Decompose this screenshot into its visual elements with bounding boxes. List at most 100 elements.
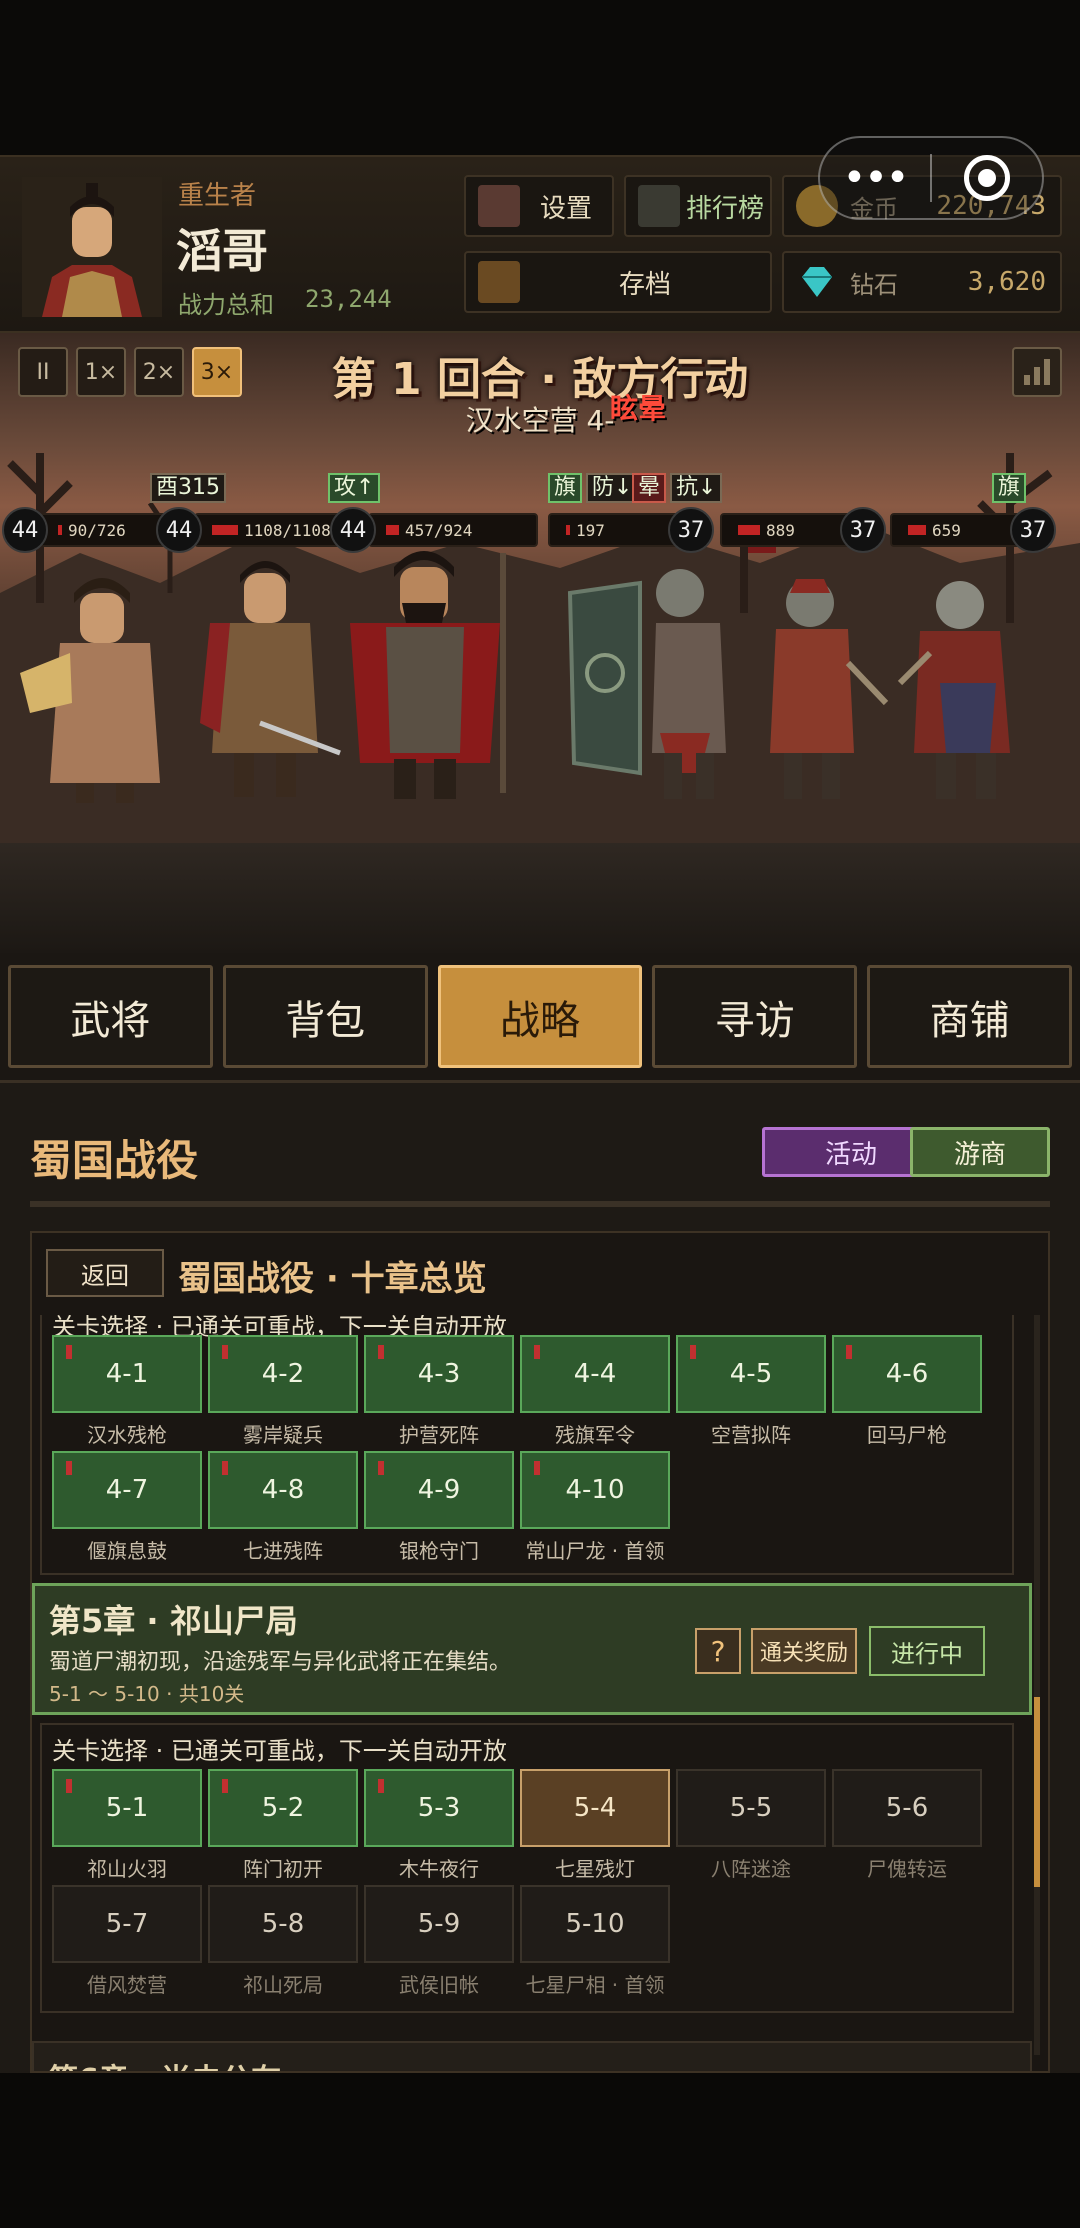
mini-program-capsule[interactable]: ••• — [818, 136, 1044, 220]
level-name: 武侯旧帐 — [399, 1973, 479, 1997]
clear-reward-button[interactable]: 通关奖励 — [751, 1628, 857, 1674]
ranking-button[interactable]: 排行榜 — [624, 175, 772, 237]
tab-strategy[interactable]: 战略 — [437, 965, 643, 1068]
level-name: 汉水残枪 — [87, 1423, 167, 1447]
stage-name: 汉水空营 4- — [465, 404, 615, 437]
tab-generals[interactable]: 武将 — [8, 965, 213, 1068]
ranking-label: 排行榜 — [685, 193, 764, 224]
unit-level-badge: 44 — [156, 507, 202, 553]
level-code: 4-7 — [105, 1475, 149, 1505]
settings-icon — [478, 185, 520, 227]
cleared-flag-icon — [690, 1345, 696, 1359]
close-target-icon[interactable] — [932, 155, 1042, 201]
help-button[interactable]: ? — [695, 1628, 741, 1674]
level-button[interactable]: 5-1 — [52, 1769, 202, 1847]
level-button[interactable]: 5-2 — [208, 1769, 358, 1847]
main-nav: 武将 背包 战略 寻访 商铺 — [0, 953, 1080, 1083]
merchant-button[interactable]: 游商 — [910, 1127, 1050, 1177]
save-button[interactable]: 存档 — [464, 251, 772, 313]
diamond-value: 3,620 — [967, 267, 1046, 297]
level-button[interactable]: 4-5 — [676, 1335, 826, 1413]
level-name: 尸傀转运 — [867, 1857, 947, 1881]
power-value: 23,244 — [305, 285, 392, 313]
level-name: 七星残灯 — [555, 1857, 635, 1881]
ally-unit-swordsman[interactable] — [190, 553, 350, 803]
unit-hp-bar: 90/726 — [40, 513, 170, 547]
level-code: 5-8 — [261, 1909, 305, 1939]
level-button[interactable]: 4-1 — [52, 1335, 202, 1413]
stats-chart-button[interactable] — [1012, 347, 1062, 397]
level-button[interactable]: 4-10 — [520, 1451, 670, 1529]
save-label: 存档 — [618, 269, 671, 300]
tab-shop[interactable]: 商铺 — [867, 965, 1072, 1068]
player-role: 重生者 — [178, 181, 257, 211]
page-title: 蜀国战役 — [30, 1136, 199, 1185]
level-button[interactable]: 5-7 — [52, 1885, 202, 1963]
chapter-6-card[interactable]: 第6章 · 尚未公布 — [32, 2041, 1032, 2071]
level-code: 4-9 — [417, 1475, 461, 1505]
back-button[interactable]: 返回 — [46, 1249, 164, 1297]
cleared-flag-icon — [846, 1345, 852, 1359]
level-button[interactable]: 5-3 — [364, 1769, 514, 1847]
level-button[interactable]: 4-9 — [364, 1451, 514, 1529]
ally-buff-tag: 酉315 — [150, 473, 226, 503]
unit-hp-bar: 197 — [548, 513, 688, 547]
tab-recruit[interactable]: 寻访 — [652, 965, 858, 1068]
level-button[interactable]: 4-8 — [208, 1451, 358, 1529]
cleared-flag-icon — [378, 1779, 384, 1793]
cleared-flag-icon — [222, 1345, 228, 1359]
level-code: 5-4 — [573, 1793, 617, 1823]
level-button[interactable]: 4-7 — [52, 1451, 202, 1529]
cleared-flag-icon — [66, 1345, 72, 1359]
chapter-title: 第5章 · 祁山尸局 — [49, 1602, 298, 1640]
tab-bag[interactable]: 背包 — [222, 965, 428, 1068]
scrollbar[interactable] — [1034, 1315, 1040, 2055]
level-name: 残旗军令 — [555, 1423, 635, 1447]
battle-scene: II 1× 2× 3× 第 1 回合 · 敌方行动 汉水空营 4- 眩晕 酉31… — [0, 333, 1080, 953]
chapter-5-card[interactable]: 第5章 · 祁山尸局 蜀道尸潮初现，沿途残军与异化武将正在集结。 5-1 ～ 5… — [32, 1583, 1032, 1715]
cleared-flag-icon — [378, 1345, 384, 1359]
enemy-unit-shieldbearer[interactable] — [560, 553, 750, 803]
level-button[interactable]: 4-2 — [208, 1335, 358, 1413]
level-code: 4-1 — [105, 1359, 149, 1389]
campaign-overview: 返回 蜀国战役 · 十章总览 关卡选择 · 已通关可重战，下一关自动开放 4-1… — [30, 1231, 1050, 2073]
player-name: 滔哥 — [176, 224, 268, 278]
level-code: 5-3 — [417, 1793, 461, 1823]
level-button[interactable]: 4-4 — [520, 1335, 670, 1413]
level-button[interactable]: 5-8 — [208, 1885, 358, 1963]
unit-hp-bar: 889 — [720, 513, 860, 547]
level-button[interactable]: 5-10 — [520, 1885, 670, 1963]
level-name: 空营拟阵 — [711, 1423, 791, 1447]
enemy-unit-zombie-soldier[interactable] — [740, 563, 890, 803]
level-name: 木牛夜行 — [399, 1857, 479, 1881]
ally-attack-up-tag: 攻↑ — [328, 473, 381, 503]
unit-hp-bar: 659 — [890, 513, 1030, 547]
chapter-description: 蜀道尸潮初现，沿途残军与异化武将正在集结。 — [49, 1650, 512, 1675]
enemy-resist-down-tag: 抗↓ — [670, 473, 723, 503]
enemy-unit-zombie-warrior[interactable] — [880, 563, 1050, 803]
level-button[interactable]: 5-4 — [520, 1769, 670, 1847]
level-button[interactable]: 4-3 — [364, 1335, 514, 1413]
level-code: 5-7 — [105, 1909, 149, 1939]
player-avatar — [22, 177, 162, 317]
diamond-icon — [802, 267, 832, 297]
ally-unit-general[interactable] — [330, 543, 530, 803]
enemy-flag-tag: 旗 — [992, 473, 1027, 503]
level-code: 4-4 — [573, 1359, 617, 1389]
level-button[interactable]: 4-6 — [832, 1335, 982, 1413]
chapter-list[interactable]: 关卡选择 · 已通关可重战，下一关自动开放 4-1 汉水残枪 4-2 雾岸疑兵 4-3 护… — [32, 1315, 1048, 2071]
enemy-stun-tag: 晕 — [632, 473, 667, 503]
level-code: 4-5 — [729, 1359, 773, 1389]
more-menu-icon[interactable]: ••• — [820, 138, 930, 218]
level-name: 七星尸相 · 首领 — [525, 1973, 665, 1997]
level-name: 回马尸枪 — [867, 1423, 947, 1447]
cleared-flag-icon — [534, 1345, 540, 1359]
level-button[interactable]: 5-9 — [364, 1885, 514, 1963]
ally-unit-strategist[interactable] — [10, 563, 210, 803]
enemy-flag-tag: 旗 — [548, 473, 583, 503]
settings-button[interactable]: 设置 — [464, 175, 614, 237]
level-button[interactable]: 5-6 — [832, 1769, 982, 1847]
unit-level-badge: 37 — [840, 507, 886, 553]
level-button[interactable]: 5-5 — [676, 1769, 826, 1847]
cleared-flag-icon — [66, 1461, 72, 1475]
